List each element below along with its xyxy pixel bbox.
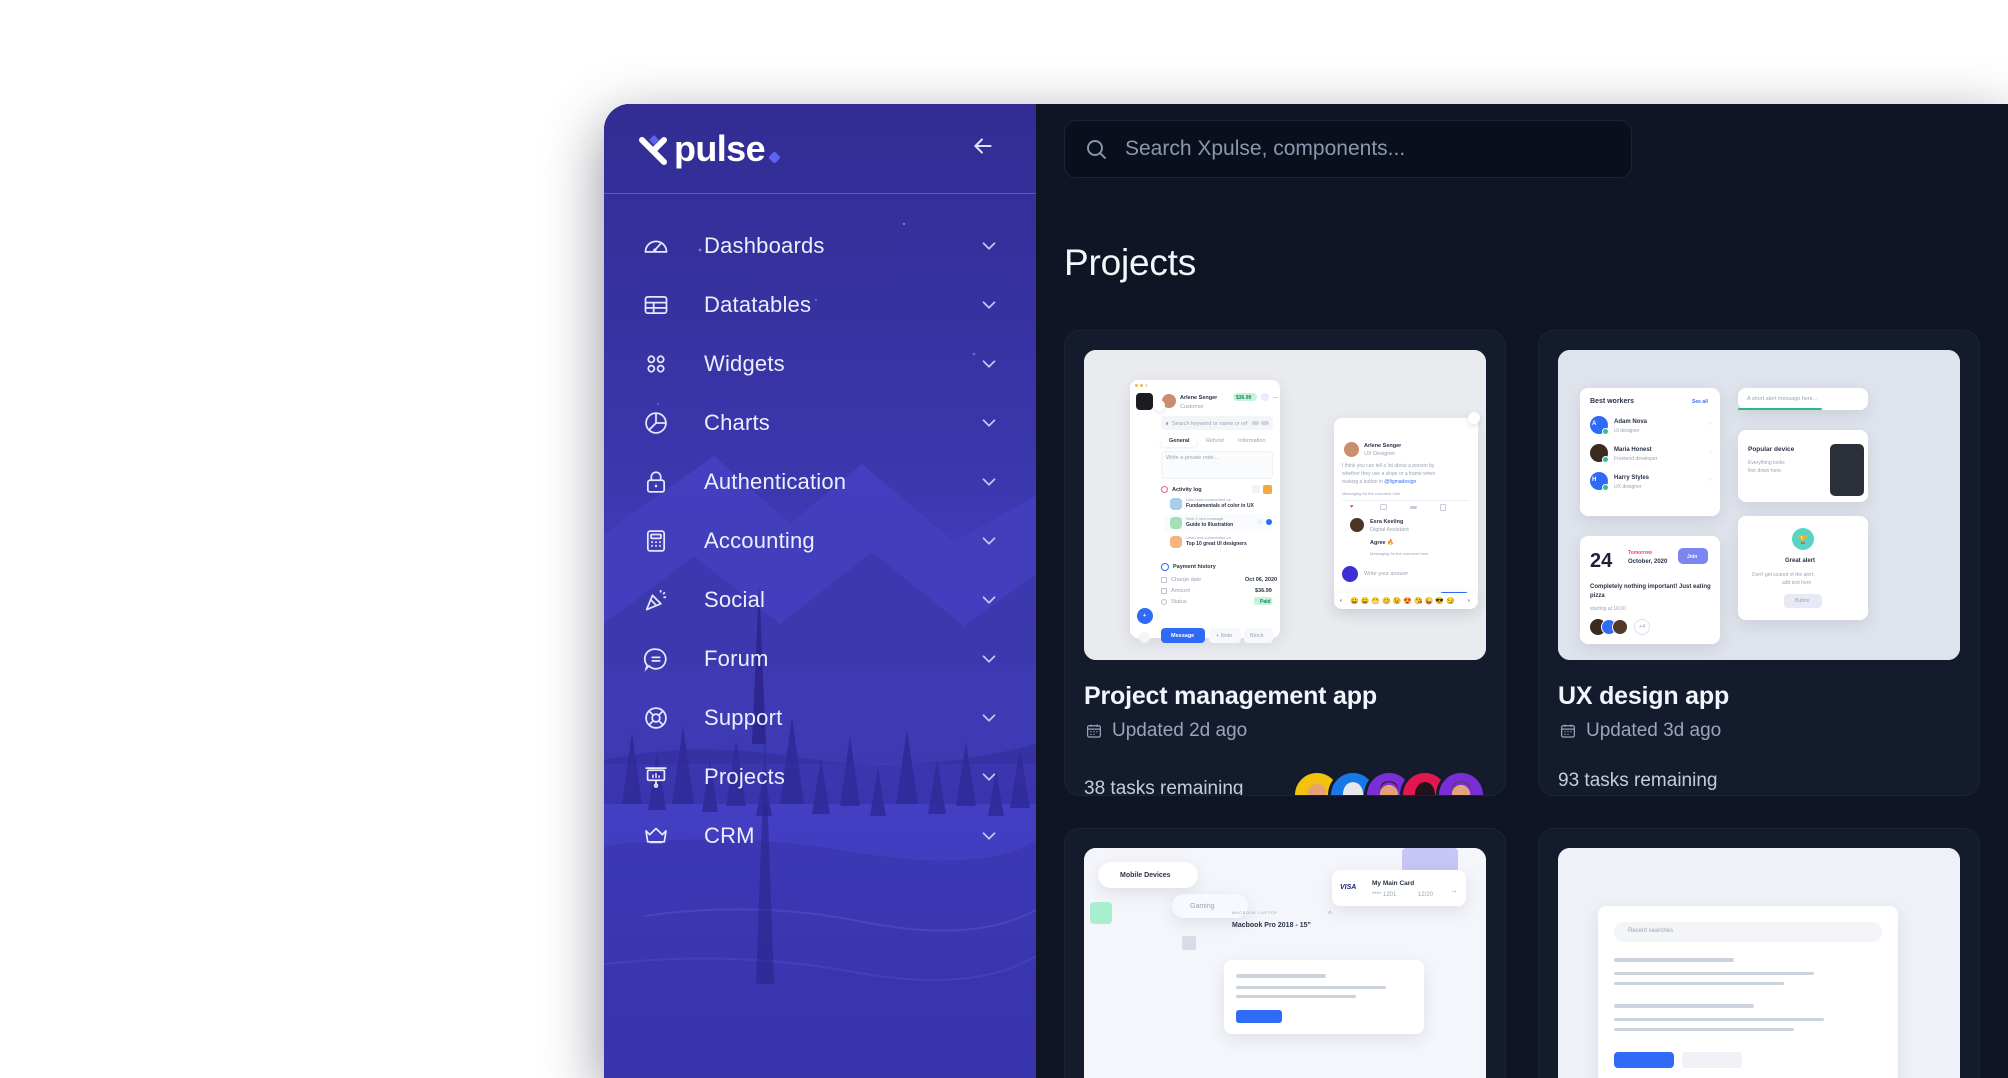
project-tasks-remaining: 38 tasks remaining — [1084, 778, 1244, 796]
sidebar-item-projects[interactable]: Projects — [604, 747, 1036, 806]
project-card-title: Project management app — [1084, 682, 1377, 710]
sidebar-nav: Dashboards Datatables Widgets Charts Aut… — [604, 194, 1036, 865]
chevron-down-icon[interactable] — [978, 707, 1000, 729]
chevron-down-icon[interactable] — [978, 235, 1000, 257]
sidebar-item-label: Authentication — [704, 468, 847, 494]
sidebar-item-label: Dashboards — [704, 232, 825, 258]
sidebar-item-support[interactable]: Support — [604, 688, 1036, 747]
sidebar: pulse Dashboards Datatables Widgets Char… — [604, 104, 1036, 1078]
avatar[interactable] — [1436, 770, 1486, 795]
x-logo-icon — [638, 131, 672, 167]
projects-grid: Arlene Senger $36.99 Customer Search key… — [1064, 330, 2008, 1078]
chevron-down-icon[interactable] — [978, 589, 1000, 611]
sidebar-item-label: CRM — [704, 822, 755, 848]
project-card[interactable]: Best workers See all A Adam Nova UI desi… — [1538, 330, 1980, 796]
sidebar-brand-row: pulse — [604, 104, 1036, 194]
dashboard-gauge-icon — [638, 228, 674, 264]
chat-bubble-icon — [638, 641, 674, 677]
calendar-icon — [1558, 722, 1577, 741]
project-card-title: UX design app — [1558, 682, 1730, 710]
main-content: Projects Arlene Se — [1036, 104, 2008, 1078]
sidebar-item-label: Projects — [704, 763, 786, 789]
sidebar-item-crm[interactable]: CRM — [604, 806, 1036, 865]
chevron-down-icon[interactable] — [978, 825, 1000, 847]
chevron-down-icon[interactable] — [978, 530, 1000, 552]
widgets-grid-icon — [638, 346, 674, 382]
brand-dot-icon — [768, 150, 781, 164]
project-management-mockup: Arlene Senger $36.99 Customer Search key… — [1084, 350, 1486, 660]
arrow-left-icon — [970, 133, 996, 164]
table-icon — [638, 287, 674, 323]
chevron-down-icon[interactable] — [978, 471, 1000, 493]
sidebar-item-label: Support — [704, 704, 783, 730]
sidebar-item-charts[interactable]: Charts — [604, 393, 1036, 452]
sidebar-item-label: Widgets — [704, 350, 785, 376]
project-thumbnail: Mobile Devices Gaming MACBOOK LAPTOP Mac… — [1084, 848, 1486, 1078]
sidebar-collapse-button[interactable] — [966, 132, 1000, 166]
presentation-icon — [638, 759, 674, 795]
sidebar-item-label: Social — [704, 586, 766, 612]
chevron-down-icon[interactable] — [978, 648, 1000, 670]
brand-name: pulse — [674, 127, 766, 169]
pie-chart-icon — [638, 405, 674, 441]
search-mockup: Recent searches — [1558, 848, 1960, 1078]
search-icon — [1083, 136, 1109, 162]
screen-root: pulse Dashboards Datatables Widgets Char… — [0, 0, 2008, 1078]
page-title: Projects — [1064, 242, 1197, 283]
sidebar-item-label: Accounting — [704, 527, 815, 553]
top-bar — [1036, 104, 2008, 194]
project-thumbnail: Arlene Senger $36.99 Customer Search key… — [1084, 350, 1486, 660]
party-popper-icon — [638, 582, 674, 618]
sidebar-item-social[interactable]: Social — [604, 570, 1036, 629]
sidebar-item-label: Charts — [704, 409, 770, 435]
project-card[interactable]: Mobile Devices Gaming MACBOOK LAPTOP Mac… — [1064, 828, 1506, 1078]
project-card-footer: 93 tasks remaining — [1558, 770, 1960, 795]
calendar-icon — [1084, 722, 1103, 741]
project-card-updated: Updated 3d ago — [1586, 720, 1722, 741]
project-avatar-group[interactable] — [1292, 770, 1486, 795]
project-tasks-remaining: 93 tasks remaining — [1558, 770, 1718, 791]
sidebar-item-widgets[interactable]: Widgets — [604, 334, 1036, 393]
project-card-meta: Updated 3d ago — [1558, 720, 1960, 742]
sidebar-item-accounting[interactable]: Accounting — [604, 511, 1036, 570]
project-thumbnail: Recent searches — [1558, 848, 1960, 1078]
brand-logo[interactable]: pulse — [638, 127, 781, 169]
lock-icon — [638, 464, 674, 500]
chevron-down-icon[interactable] — [978, 412, 1000, 434]
sidebar-item-dashboards[interactable]: Dashboards — [604, 216, 1036, 275]
chevron-down-icon[interactable] — [978, 766, 1000, 788]
sidebar-item-datatables[interactable]: Datatables — [604, 275, 1036, 334]
project-card[interactable]: Arlene Senger $36.99 Customer Search key… — [1064, 330, 1506, 796]
project-card-updated: Updated 2d ago — [1112, 720, 1248, 741]
ux-design-mockup: Best workers See all A Adam Nova UI desi… — [1558, 350, 1960, 660]
project-card-footer: 38 tasks remaining — [1084, 770, 1486, 796]
sidebar-item-label: Datatables — [704, 291, 812, 317]
chevron-down-icon[interactable] — [978, 353, 1000, 375]
chevron-down-icon[interactable] — [978, 294, 1000, 316]
project-card[interactable]: Recent searches — [1538, 828, 1980, 1078]
lifebuoy-icon — [638, 700, 674, 736]
project-thumbnail: Best workers See all A Adam Nova UI desi… — [1558, 350, 1960, 660]
search-bar[interactable] — [1064, 120, 1632, 178]
sidebar-item-authentication[interactable]: Authentication — [604, 452, 1036, 511]
app-window: pulse Dashboards Datatables Widgets Char… — [604, 104, 2008, 1078]
project-card-meta: Updated 2d ago — [1084, 720, 1486, 742]
ecommerce-mockup: Mobile Devices Gaming MACBOOK LAPTOP Mac… — [1084, 848, 1486, 1078]
calculator-icon — [638, 523, 674, 559]
crown-icon — [638, 818, 674, 854]
search-input[interactable] — [1125, 137, 1613, 161]
sidebar-item-label: Forum — [704, 645, 769, 671]
sidebar-item-forum[interactable]: Forum — [604, 629, 1036, 688]
